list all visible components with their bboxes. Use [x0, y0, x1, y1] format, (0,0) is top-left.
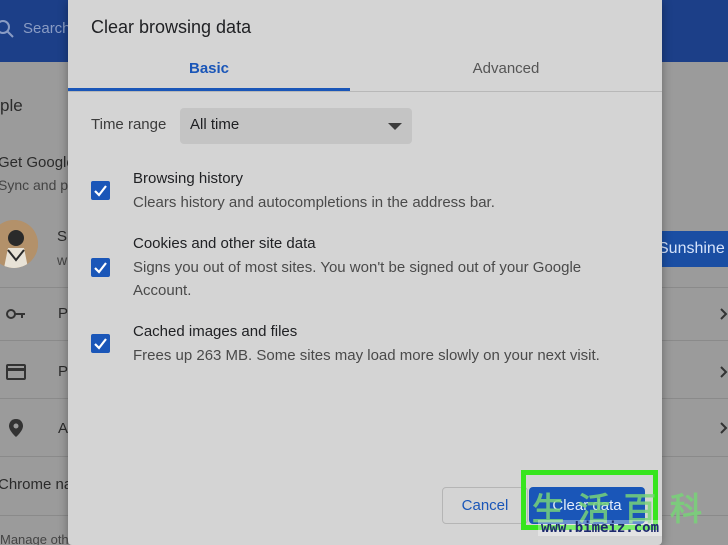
clear-data-highlight-box	[521, 470, 658, 530]
addresses-label-fragment[interactable]: A	[58, 420, 68, 437]
time-range-value: All time	[190, 116, 240, 133]
clear-browsing-data-dialog: Clear browsing data Basic Advanced Time …	[68, 0, 662, 545]
browsing-history-title: Browsing history	[133, 170, 244, 187]
chrome-name-fragment[interactable]: Chrome na	[0, 476, 72, 493]
dialog-title: Clear browsing data	[91, 17, 252, 37]
chevron-right-icon[interactable]	[718, 422, 728, 434]
payment-label-fragment[interactable]: P	[58, 363, 68, 380]
checkmark-icon	[94, 338, 107, 350]
browsing-history-checkbox[interactable]	[91, 181, 110, 200]
manage-other-people-fragment[interactable]: Manage oth	[0, 532, 69, 545]
profile-subtext-fragment: w	[57, 252, 68, 268]
time-range-select[interactable]: All time	[180, 108, 412, 144]
sync-text: Sync and p	[0, 177, 69, 193]
cached-images-title: Cached images and files	[133, 323, 298, 340]
tab-basic[interactable]: Basic	[68, 50, 350, 92]
cached-images-checkbox[interactable]	[91, 334, 110, 353]
tab-advanced[interactable]: Advanced	[350, 50, 662, 92]
cookies-description: Signs you out of most sites. You won't b…	[133, 259, 582, 299]
passwords-label-fragment[interactable]: P	[58, 305, 68, 322]
tab-divider	[68, 91, 662, 92]
chevron-right-icon[interactable]	[718, 366, 728, 378]
cancel-button[interactable]: Cancel	[442, 487, 528, 524]
key-icon	[6, 309, 25, 319]
search-icon[interactable]	[0, 18, 16, 40]
profile-name-fragment: S	[57, 228, 68, 245]
cookies-title: Cookies and other site data	[133, 235, 316, 252]
people-section-title: ple	[0, 96, 23, 115]
chevron-right-icon[interactable]	[718, 308, 728, 320]
credit-card-icon	[6, 364, 26, 380]
location-pin-icon	[9, 419, 23, 437]
dropdown-arrow-icon	[388, 123, 402, 130]
checkmark-icon	[94, 185, 107, 197]
browsing-history-description: Clears history and autocompletions in th…	[133, 194, 495, 211]
time-range-label: Time range	[91, 116, 167, 133]
get-google-text: Get Google	[0, 154, 75, 171]
search-input[interactable]: Search	[23, 20, 71, 37]
cookies-checkbox[interactable]	[91, 258, 110, 277]
cached-images-description: Frees up 263 MB. Some sites may load mor…	[133, 347, 600, 364]
checkmark-icon	[94, 262, 107, 274]
